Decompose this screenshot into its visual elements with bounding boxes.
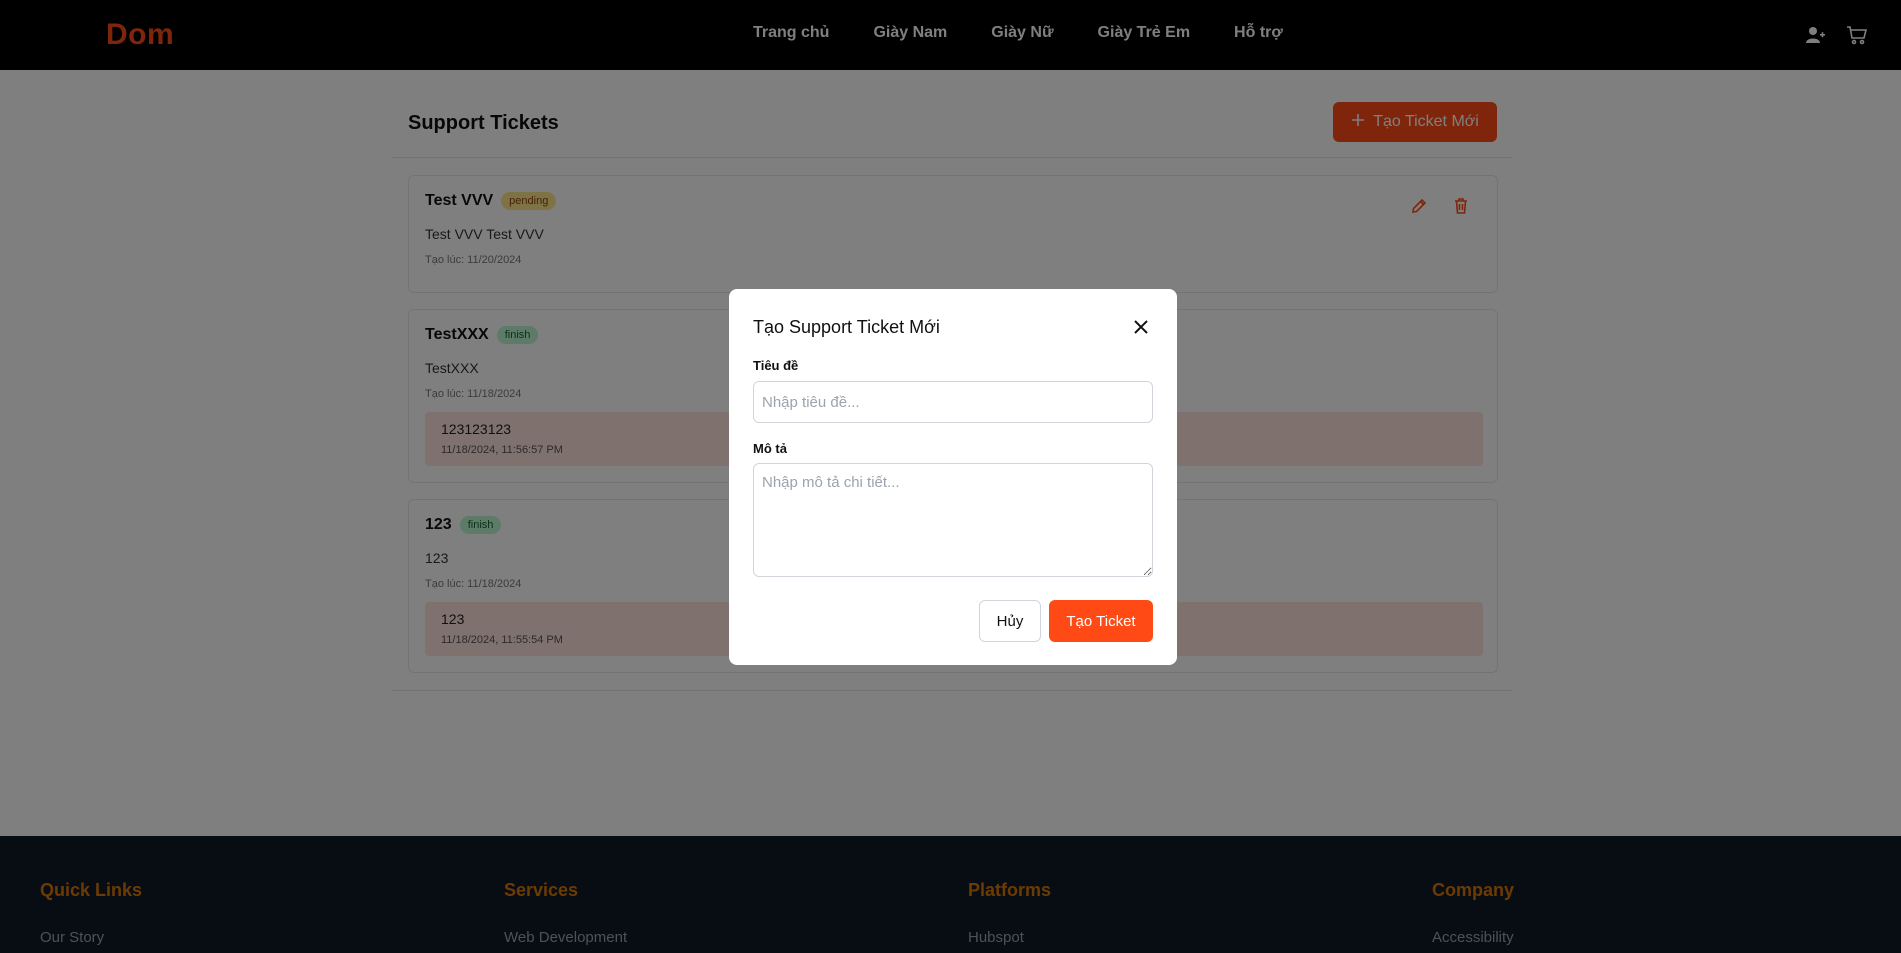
cancel-button[interactable]: Hủy (979, 600, 1041, 642)
title-input[interactable] (753, 381, 1153, 423)
description-textarea[interactable] (753, 463, 1153, 577)
create-ticket-modal: Tạo Support Ticket Mới Tiêu đề Mô tả Hủy… (729, 289, 1177, 665)
close-icon[interactable] (1129, 315, 1153, 339)
title-field-label: Tiêu đề (753, 358, 799, 373)
create-ticket-button[interactable]: Tạo Ticket (1049, 600, 1153, 642)
modal-title: Tạo Support Ticket Mới (753, 317, 940, 337)
description-field-label: Mô tả (753, 441, 787, 456)
